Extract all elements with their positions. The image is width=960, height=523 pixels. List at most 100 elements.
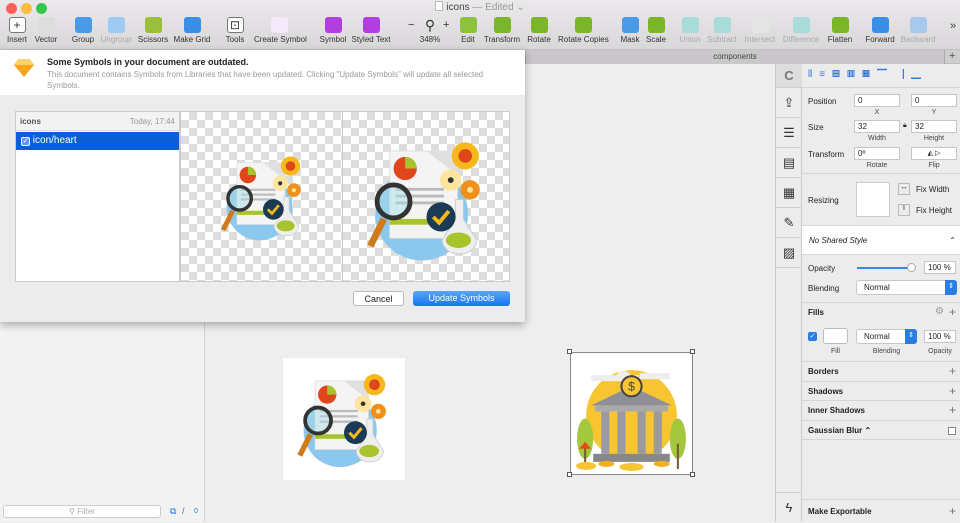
fill-color-swatch[interactable]: [823, 328, 848, 344]
symbol-list: icons Today, 17:44 ✓ icon/heart: [15, 111, 180, 282]
gaussian-blur-section[interactable]: Gaussian Blur ⌃: [802, 420, 960, 440]
toolbar-rotate-copies-button[interactable]: Rotate Copies: [558, 17, 609, 44]
sketch-cloud-icon[interactable]: C: [776, 64, 802, 88]
update-symbols-button[interactable]: Update Symbols: [413, 291, 510, 306]
opacity-field[interactable]: 100 %: [924, 261, 956, 274]
fills-section-header: Fills ⚙ +: [802, 302, 960, 322]
fix-width-icon[interactable]: ↔: [898, 183, 910, 195]
fix-height-icon[interactable]: I: [898, 204, 910, 216]
intersect-icon: [751, 17, 769, 33]
layers-inspector-icon[interactable]: ☰: [776, 118, 802, 148]
width-field[interactable]: 32: [854, 120, 900, 133]
make-exportable-section[interactable]: Make Exportable +: [802, 499, 960, 522]
heart-symbol-artboard[interactable]: [283, 358, 405, 480]
search-icon: ⚲: [69, 507, 78, 516]
library-date: Today, 17:44: [129, 117, 175, 126]
library-name: icons: [20, 117, 41, 126]
resize-handle-se[interactable]: [690, 472, 695, 477]
shared-style-select[interactable]: No Shared Style ⌃: [802, 225, 960, 255]
toolbar-tools-button[interactable]: ⊡ Tools: [210, 17, 260, 44]
borders-label: Borders: [808, 367, 839, 376]
bank-illustration: $: [576, 370, 686, 471]
toolbar-label: Create Symbol: [254, 35, 307, 44]
toolbar: icons — Edited ⌄ + Insert Vector Group Ungro…: [0, 0, 960, 50]
flip-buttons[interactable]: ◭ ▷: [911, 147, 957, 160]
opacity-slider-thumb[interactable]: [907, 263, 916, 272]
toolbar-label: Symbol: [319, 35, 347, 44]
zoom-in-button[interactable]: +: [443, 19, 449, 31]
symbols-filter-icon[interactable]: ⧉: [170, 506, 176, 517]
opacity-slider[interactable]: [857, 267, 912, 269]
zoom-out-button[interactable]: −: [408, 19, 414, 31]
y-field[interactable]: 0: [911, 94, 957, 107]
toolbar-label: Backward: [900, 35, 936, 44]
resizing-label: Resizing: [808, 196, 839, 205]
filter-input[interactable]: ⚲ Filter: [3, 505, 161, 518]
add-image-icon[interactable]: ▨: [776, 238, 802, 268]
lock-icon[interactable]: 🔒︎: [903, 122, 907, 130]
toolbar-label: Ungroup: [100, 35, 132, 44]
add-page-button[interactable]: +: [949, 50, 955, 62]
outdated-symbols-dialog: Some Symbols in your document are outdat…: [0, 50, 525, 322]
resize-handle-nw[interactable]: [567, 349, 572, 354]
library-header: icons Today, 17:44: [16, 112, 179, 131]
slice-filter-icon[interactable]: /: [182, 506, 185, 516]
toolbar-label: Vector: [34, 35, 58, 44]
rotate-label: Rotate: [866, 162, 888, 169]
symbol-checkbox[interactable]: ✓: [21, 137, 30, 146]
fix-height-label[interactable]: Fix Height: [916, 206, 952, 215]
export-share-icon[interactable]: ⇪: [776, 88, 802, 118]
x-label: X: [874, 109, 880, 116]
layout-grid-icon[interactable]: ▦: [776, 178, 802, 208]
toolbar-overflow-button[interactable]: »: [950, 20, 956, 32]
toolbar-create-symbol-button[interactable]: Create Symbol: [254, 17, 307, 44]
gaussian-blur-checkbox[interactable]: [948, 427, 956, 435]
add-fill-button[interactable]: +: [949, 305, 956, 319]
tab-components[interactable]: components: [525, 50, 945, 64]
toolbar-label: Intersect: [744, 35, 776, 44]
resize-handle-sw[interactable]: [567, 472, 572, 477]
fill-blending-label: Blending: [872, 348, 901, 355]
blending-label: Blending: [808, 284, 840, 293]
toolbar-label: Make Grid: [173, 35, 211, 44]
shadows-section[interactable]: Shadows +: [802, 381, 960, 401]
rotate-field[interactable]: 0º: [854, 147, 900, 160]
toolbar-backward-button[interactable]: Backward: [893, 17, 943, 44]
toolbar-rotate-button[interactable]: Rotate: [514, 17, 564, 44]
inner-shadows-section[interactable]: Inner Shadows +: [802, 400, 960, 420]
flip-label: Flip: [928, 162, 940, 169]
fix-width-label[interactable]: Fix Width: [916, 185, 949, 194]
toolbar-label: Scissors: [137, 35, 169, 44]
x-field[interactable]: 0: [854, 94, 900, 107]
resize-handle-ne[interactable]: [690, 349, 695, 354]
lightning-icon[interactable]: ϟ: [776, 492, 802, 522]
fill-enabled-checkbox[interactable]: ✓: [808, 332, 817, 341]
align-toolbar[interactable]: ⫴≡▤▥▦▔▕▁: [802, 64, 960, 88]
difference-icon: [792, 17, 810, 33]
fill-opacity-field[interactable]: 100 %: [924, 330, 956, 343]
dialog-title: Some Symbols in your document are outdat…: [47, 57, 249, 67]
toolbar-styled-text-button[interactable]: Styled Text: [346, 17, 396, 44]
research-illustration: [283, 358, 405, 480]
gaussian-blur-label[interactable]: Gaussian Blur ⌃: [808, 426, 871, 435]
height-field[interactable]: 32: [911, 120, 957, 133]
tools-icon: ⊡: [226, 17, 244, 33]
add-export-button[interactable]: +: [949, 504, 956, 518]
add-border-button[interactable]: +: [949, 364, 956, 378]
edit-image-icon[interactable]: ✎: [776, 208, 802, 238]
fill-blending-select[interactable]: Normal ⇕: [856, 329, 917, 344]
bank-symbol[interactable]: $: [570, 352, 693, 475]
add-inner-shadow-button[interactable]: +: [949, 403, 956, 417]
edited-status[interactable]: — Edited ⌄: [472, 2, 524, 13]
resizing-control[interactable]: [856, 182, 890, 217]
borders-section[interactable]: Borders +: [802, 361, 960, 381]
toolbar-label: Subtract: [707, 35, 737, 44]
cancel-button[interactable]: Cancel: [353, 291, 404, 306]
add-shadow-button[interactable]: +: [949, 384, 956, 398]
gear-icon[interactable]: ⚙: [935, 306, 944, 317]
create-symbol-icon: [270, 17, 288, 33]
document-inspector-icon[interactable]: ▤: [776, 148, 802, 178]
blending-select[interactable]: Normal ⇕: [856, 280, 957, 295]
symbol-list-item[interactable]: ✓ icon/heart: [16, 132, 179, 150]
position-label: Position: [808, 97, 837, 106]
